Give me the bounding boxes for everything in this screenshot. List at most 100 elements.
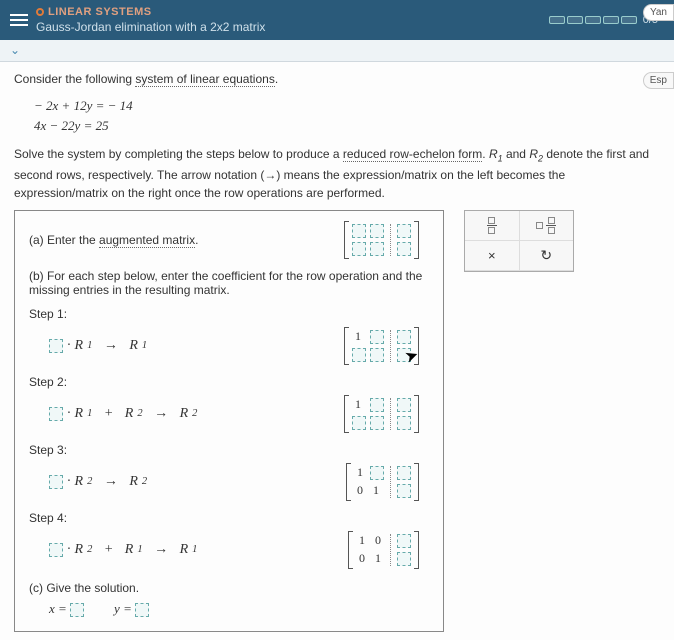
coefficient-input[interactable] bbox=[49, 407, 63, 421]
part-a-suffix: . bbox=[195, 233, 198, 247]
menu-icon[interactable] bbox=[10, 11, 28, 29]
matrix-fixed: 1 bbox=[372, 552, 384, 566]
dot-sym: · bbox=[67, 338, 71, 354]
arrow-sym: → bbox=[154, 406, 168, 422]
solution-line: x = y = bbox=[49, 601, 429, 617]
r-sym: R bbox=[129, 474, 138, 490]
r-sym: R bbox=[75, 338, 84, 354]
y-input[interactable] bbox=[135, 603, 149, 617]
equation-2: 4x − 22y = 25 bbox=[34, 116, 660, 136]
part-a-prefix: (a) Enter the bbox=[29, 233, 99, 247]
y-label: y = bbox=[114, 601, 132, 616]
language-pill[interactable]: Esp bbox=[643, 72, 674, 89]
reset-tool[interactable]: ↻ bbox=[520, 241, 574, 271]
matrix-input[interactable] bbox=[397, 466, 411, 480]
augmented-matrix-link[interactable]: augmented matrix bbox=[99, 233, 195, 248]
sub2: 2 bbox=[87, 544, 92, 555]
matrix-input[interactable] bbox=[397, 348, 411, 362]
matrix-step2: 1 bbox=[344, 395, 419, 433]
equation-1: − 2x + 12y = − 14 bbox=[34, 96, 660, 116]
part-c-label: (c) Give the solution. bbox=[29, 581, 429, 595]
coefficient-input[interactable] bbox=[49, 543, 63, 557]
step-1-label: Step 1: bbox=[29, 307, 429, 321]
matrix-input[interactable] bbox=[370, 224, 384, 238]
matrix-input[interactable] bbox=[397, 484, 411, 498]
progress-segment bbox=[567, 16, 583, 24]
progress-segment bbox=[603, 16, 619, 24]
system-link[interactable]: system of linear equations bbox=[135, 72, 274, 87]
r-sym: R bbox=[129, 338, 138, 354]
part-a-label: (a) Enter the augmented matrix. bbox=[29, 233, 198, 247]
instructions-text: Solve the system by completing the steps… bbox=[14, 145, 660, 202]
matrix-fixed: 1 bbox=[352, 330, 364, 344]
matrix-input[interactable] bbox=[397, 552, 411, 566]
matrix-input[interactable] bbox=[352, 348, 366, 362]
lesson-subtitle: Gauss-Jordan elimination with a 2x2 matr… bbox=[36, 20, 549, 34]
user-pill[interactable]: Yan bbox=[643, 4, 674, 21]
matrix-input[interactable] bbox=[397, 224, 411, 238]
matrix-input[interactable] bbox=[370, 398, 384, 412]
matrix-input[interactable] bbox=[397, 330, 411, 344]
matrix-input[interactable] bbox=[352, 242, 366, 256]
topic-dot-icon bbox=[36, 8, 44, 16]
matrix-input[interactable] bbox=[370, 416, 384, 430]
subheader: ⌄ Esp bbox=[0, 40, 674, 62]
fraction-icon bbox=[487, 217, 497, 234]
matrix-fixed: 1 bbox=[356, 534, 368, 548]
intro-prefix: Consider the following bbox=[14, 72, 135, 86]
step-2-row: ·R1 + R2 → R2 1 bbox=[29, 395, 429, 433]
matrix-input[interactable] bbox=[370, 348, 384, 362]
r-sym: R bbox=[125, 406, 134, 422]
progress-segment bbox=[621, 16, 637, 24]
matrix-input[interactable] bbox=[352, 224, 366, 238]
topic-title: LINEAR SYSTEMS bbox=[48, 6, 152, 18]
arrow-sym: → bbox=[104, 474, 118, 490]
step-4-rowop: ·R2 + R1 → R1 bbox=[49, 542, 197, 558]
sub1: 1 bbox=[87, 408, 92, 419]
matrix-fixed: 0 bbox=[372, 534, 384, 548]
matrix-input[interactable] bbox=[370, 466, 384, 480]
tool-palette: × ↻ bbox=[464, 210, 574, 272]
matrix-step4: 10 01 bbox=[348, 531, 419, 569]
work-area: ➤ (a) Enter the augmented matrix. (b bbox=[14, 210, 660, 632]
matrix-input[interactable] bbox=[397, 242, 411, 256]
matrix-fixed: 0 bbox=[356, 552, 368, 566]
sub2: 2 bbox=[142, 476, 147, 487]
matrix-fixed: 1 bbox=[352, 398, 364, 412]
matrix-input[interactable] bbox=[397, 398, 411, 412]
content-area: Consider the following system of linear … bbox=[0, 62, 674, 640]
sub2: 2 bbox=[137, 408, 142, 419]
matrix-input[interactable] bbox=[370, 330, 384, 344]
fraction-tool[interactable] bbox=[465, 211, 520, 241]
matrix-input[interactable] bbox=[397, 416, 411, 430]
r-sym: R bbox=[75, 406, 84, 422]
matrix-input[interactable] bbox=[397, 534, 411, 548]
x-input[interactable] bbox=[70, 603, 84, 617]
delete-tool[interactable]: × bbox=[465, 241, 520, 271]
matrix-step1: 1 bbox=[344, 327, 419, 365]
step-2-rowop: ·R1 + R2 → R2 bbox=[49, 406, 197, 422]
r1-sym: R bbox=[489, 147, 498, 161]
instr-part1: Solve the system by completing the steps… bbox=[14, 147, 343, 161]
dot-sym: · bbox=[67, 542, 71, 558]
coefficient-input[interactable] bbox=[49, 339, 63, 353]
dot-sym: · bbox=[67, 406, 71, 422]
mixed-fraction-tool[interactable] bbox=[520, 211, 574, 241]
step-1-row: ·R1 → R1 1 bbox=[29, 327, 429, 365]
matrix-input[interactable] bbox=[352, 416, 366, 430]
r-sym: R bbox=[75, 542, 84, 558]
step-3-label: Step 3: bbox=[29, 443, 429, 457]
progress-segment bbox=[585, 16, 601, 24]
step-4-row: ·R2 + R1 → R1 10 01 bbox=[29, 531, 429, 569]
coefficient-input[interactable] bbox=[49, 475, 63, 489]
rre-link[interactable]: reduced row-echelon form bbox=[343, 147, 482, 162]
r-sym: R bbox=[180, 542, 189, 558]
instr-and: and bbox=[503, 147, 530, 161]
chevron-down-icon[interactable]: ⌄ bbox=[10, 43, 20, 57]
sub2: 2 bbox=[87, 476, 92, 487]
step-1-rowop: ·R1 → R1 bbox=[49, 338, 147, 354]
app-header: LINEAR SYSTEMS Gauss-Jordan elimination … bbox=[0, 0, 674, 40]
sub1: 1 bbox=[142, 340, 147, 351]
matrix-input[interactable] bbox=[370, 242, 384, 256]
topic-block: LINEAR SYSTEMS Gauss-Jordan elimination … bbox=[36, 6, 549, 34]
